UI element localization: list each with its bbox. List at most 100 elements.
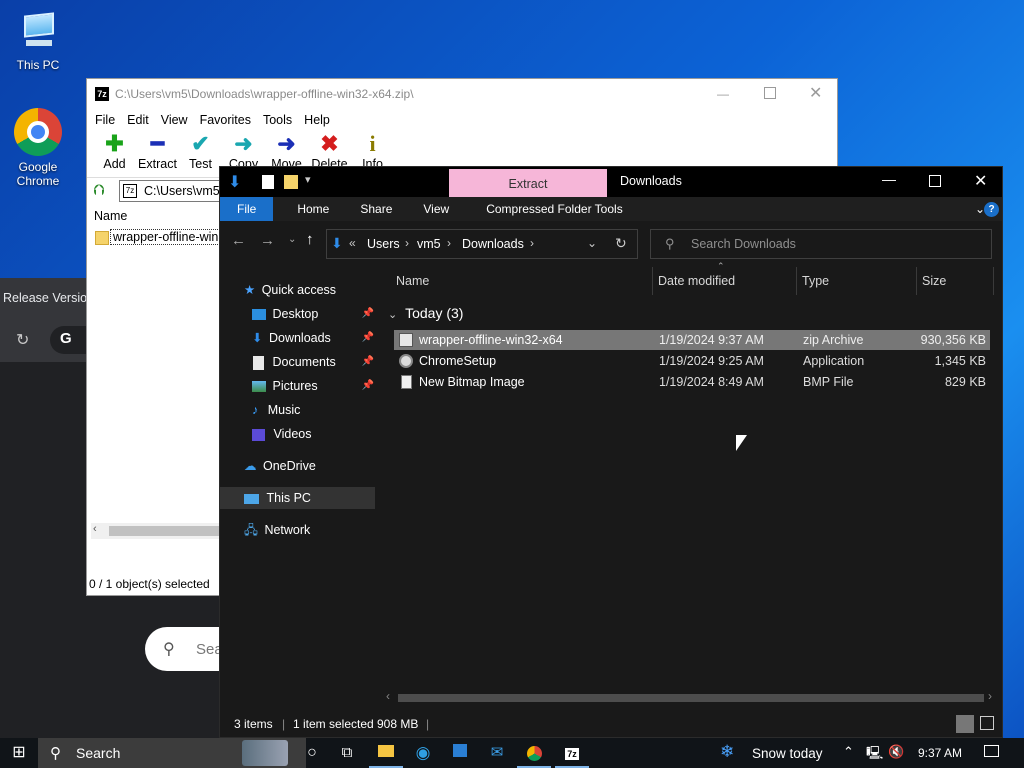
- desktop-chrome[interactable]: Google Chrome: [6, 108, 70, 188]
- 7zip-taskbar-icon[interactable]: 7z: [555, 738, 589, 768]
- column-name[interactable]: Name: [396, 267, 429, 295]
- item-count: 3 items: [234, 717, 273, 731]
- extract-icon: ━: [150, 131, 165, 156]
- network-status-icon[interactable]: 🖳: [866, 744, 883, 766]
- 7zip-horizontal-scrollbar[interactable]: ‹: [91, 523, 221, 539]
- tab-compressed-folder-tools[interactable]: Compressed Folder Tools: [462, 197, 636, 221]
- selection-count: 1 item selected: [293, 717, 374, 731]
- sidebar-item-quick-access[interactable]: ★ Quick access: [244, 279, 336, 301]
- this-pc-icon: [244, 493, 259, 504]
- 7zip-title: C:\Users\vm5\Downloads\wrapper-offline-w…: [115, 87, 414, 101]
- menu-file[interactable]: File: [89, 109, 121, 131]
- chrome-tab-title[interactable]: Release Version: [3, 291, 94, 305]
- scroll-left-icon: ‹: [93, 523, 97, 535]
- menu-tools[interactable]: Tools: [257, 109, 298, 131]
- breadcrumb-users[interactable]: Users: [367, 237, 400, 251]
- file-explorer-window[interactable]: ⬇ ▾ Extract Downloads — ✕ File Home Shar…: [219, 166, 1003, 738]
- task-view-icon[interactable]: ⧉: [330, 738, 364, 768]
- start-windows-icon[interactable]: ⊞: [2, 738, 36, 768]
- explorer-title-bar[interactable]: ⬇ ▾ Extract Downloads — ✕: [220, 167, 1002, 197]
- new-folder-icon[interactable]: [284, 175, 298, 189]
- 7zip-file-row[interactable]: wrapper-offline-win32-x64: [95, 229, 260, 247]
- notifications-icon[interactable]: [984, 745, 999, 757]
- horizontal-scrollbar[interactable]: ‹ ›: [382, 689, 998, 705]
- column-type[interactable]: Type: [796, 267, 829, 295]
- file-row[interactable]: ChromeSetup 1/19/2024 9:25 AM Applicatio…: [394, 351, 990, 371]
- help-icon[interactable]: ?: [984, 202, 999, 217]
- customize-toolbar-icon[interactable]: ▾: [305, 173, 311, 186]
- chrome-taskbar-icon[interactable]: [517, 738, 551, 768]
- up-icon[interactable]: ↑: [306, 231, 314, 248]
- menu-favorites[interactable]: Favorites: [194, 109, 257, 131]
- close-button[interactable]: ✕: [809, 79, 822, 109]
- recent-locations-icon[interactable]: ⌄: [288, 234, 296, 245]
- sidebar-item-downloads[interactable]: ⬇ Downloads 📌: [252, 327, 374, 349]
- weather-snow-icon[interactable]: ❄: [720, 742, 734, 762]
- zip-archive-icon: [399, 333, 413, 347]
- 7zip-title-bar[interactable]: 7z C:\Users\vm5\Downloads\wrapper-offlin…: [87, 79, 837, 109]
- store-icon[interactable]: [443, 738, 477, 768]
- menu-help[interactable]: Help: [298, 109, 336, 131]
- cortana-icon[interactable]: ○: [295, 738, 329, 768]
- ribbon-context-header: Extract: [449, 169, 607, 197]
- sidebar-item-pictures[interactable]: Pictures 📌: [252, 375, 374, 397]
- tab-share[interactable]: Share: [342, 197, 405, 221]
- show-hidden-icons-icon[interactable]: ⌃: [843, 744, 854, 760]
- breadcrumb-vm5[interactable]: vm5: [417, 237, 441, 251]
- up-folder-icon[interactable]: ⮉: [93, 182, 104, 199]
- mouse-cursor-icon: [736, 435, 747, 451]
- chrome-icon: [14, 108, 62, 156]
- 7zip-column-name[interactable]: Name: [94, 209, 127, 223]
- address-bar[interactable]: ⬇ « Users › vm5 › Downloads › ⌄ ↻: [326, 229, 638, 259]
- minimize-button[interactable]: —: [882, 171, 896, 187]
- tab-file[interactable]: File: [220, 197, 274, 221]
- desktop-this-pc[interactable]: This PC: [6, 10, 70, 72]
- minimize-button[interactable]: —: [717, 79, 729, 109]
- downloads-icon: ⬇: [252, 331, 263, 345]
- breadcrumb-downloads[interactable]: Downloads: [462, 237, 524, 251]
- group-header-today[interactable]: ⌄ Today (3): [388, 303, 463, 323]
- test-button[interactable]: ✔ Test: [179, 131, 222, 177]
- column-size[interactable]: Size: [916, 267, 994, 295]
- file-explorer-taskbar-icon[interactable]: [369, 738, 403, 768]
- file-row[interactable]: New Bitmap Image 1/19/2024 8:49 AM BMP F…: [394, 372, 990, 392]
- search-box[interactable]: ⚲ Search Downloads: [650, 229, 992, 259]
- edge-icon[interactable]: ◉: [406, 738, 440, 768]
- close-button[interactable]: ✕: [974, 171, 987, 191]
- menu-edit[interactable]: Edit: [121, 109, 155, 131]
- weather-text[interactable]: Snow today: [752, 746, 823, 761]
- maximize-button[interactable]: [929, 175, 941, 187]
- large-icons-view-icon[interactable]: [980, 716, 994, 730]
- sidebar-item-desktop[interactable]: Desktop 📌: [252, 303, 374, 325]
- tab-home[interactable]: Home: [273, 197, 342, 221]
- sidebar-item-onedrive[interactable]: ☁ OneDrive: [244, 455, 316, 477]
- back-icon[interactable]: ←: [231, 232, 246, 249]
- sidebar-item-this-pc[interactable]: This PC: [220, 487, 375, 509]
- scroll-right-icon: ›: [988, 689, 992, 703]
- forward-icon[interactable]: →: [260, 232, 275, 249]
- add-button[interactable]: ✚ Add: [93, 131, 136, 177]
- menu-view[interactable]: View: [155, 109, 194, 131]
- google-search-box[interactable]: ⚲ Sea: [145, 627, 225, 671]
- properties-icon[interactable]: [262, 175, 274, 189]
- reload-icon[interactable]: ↻: [16, 330, 29, 350]
- file-row[interactable]: wrapper-offline-win32-x64 1/19/2024 9:37…: [394, 330, 990, 350]
- search-icon: ⚲: [665, 236, 675, 251]
- sidebar-item-documents[interactable]: Documents 📌: [252, 351, 374, 373]
- taskbar-search-box[interactable]: ⚲ Search: [38, 738, 306, 768]
- sidebar-item-videos[interactable]: Videos: [252, 423, 311, 445]
- mail-icon[interactable]: ✉: [480, 738, 514, 768]
- search-highlight-image: [242, 740, 288, 766]
- refresh-icon[interactable]: ↻: [615, 235, 627, 252]
- address-dropdown-icon[interactable]: ⌄: [587, 236, 597, 250]
- tab-view[interactable]: View: [405, 197, 462, 221]
- 7zip-logo-icon: 7z: [95, 87, 109, 101]
- collapse-group-icon: ⌄: [388, 309, 398, 321]
- details-view-icon[interactable]: [956, 715, 974, 733]
- sidebar-item-music[interactable]: ♪ Music: [252, 399, 300, 421]
- sidebar-item-network[interactable]: 🖧 Network: [244, 519, 310, 541]
- clock-time[interactable]: 9:37 AM: [918, 746, 962, 760]
- maximize-button[interactable]: [764, 87, 776, 99]
- volume-muted-icon[interactable]: 🔇: [888, 744, 904, 760]
- extract-button[interactable]: ━ Extract: [136, 131, 179, 177]
